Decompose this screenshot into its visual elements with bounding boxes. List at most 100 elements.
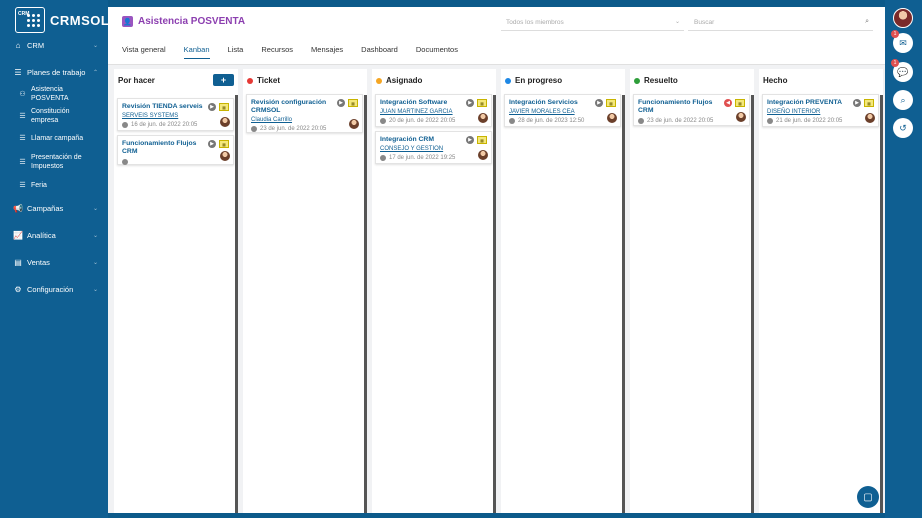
kanban-card[interactable]: Revisión TIENDA serveis SERVEIS SYSTEMS … (117, 98, 234, 131)
tab-documentos[interactable]: Documentos (416, 45, 458, 59)
kanban-card[interactable]: Integración Software JUAN MARTINEZ GARCI… (375, 94, 492, 127)
history-icon: ↺ (899, 122, 907, 133)
chat-fab-button[interactable]: ▢ (857, 486, 879, 508)
card-title: Funcionamiento Flujos CRM (638, 99, 713, 114)
sidebar-item-campanas[interactable]: 📢 Campañas ⌄ (0, 201, 108, 215)
tag-icon[interactable]: ▦ (864, 99, 874, 107)
tag-icon[interactable]: ▦ (477, 99, 487, 107)
kanban-card[interactable]: Integración PREVENTA DISEÑO INTERIOR 21 … (762, 94, 879, 127)
tab-dashboard[interactable]: Dashboard (361, 45, 398, 59)
column-scrollbar[interactable] (622, 95, 625, 513)
card-date-text: 16 de jun. de 2022 20:05 (131, 122, 198, 128)
move-arrow-icon[interactable]: ▶ (208, 140, 216, 148)
members-select-placeholder: Todos los miembros (506, 19, 564, 26)
list-icon: ☰ (19, 135, 26, 142)
column-scrollbar[interactable] (880, 95, 883, 513)
tag-icon[interactable]: ▦ (606, 99, 616, 107)
members-select[interactable]: Todos los miembros ⌄ (501, 15, 684, 31)
tag-icon[interactable]: ▦ (735, 99, 745, 107)
status-dot-blue (505, 77, 511, 84)
list-icon: ☰ (19, 112, 26, 120)
tag-icon[interactable]: ▦ (477, 136, 487, 144)
card-client-link[interactable]: JAVIER MORALES CEA (509, 109, 616, 115)
kanban-card[interactable]: Integración CRM CONSEJO Y GESTION 17 de … (375, 131, 492, 164)
column-scrollbar[interactable] (493, 95, 496, 513)
clock-icon (122, 159, 128, 165)
gear-icon: ⚙ (14, 284, 22, 294)
move-arrow-icon[interactable]: ▶ (595, 99, 603, 107)
tag-icon[interactable]: ▦ (348, 99, 358, 107)
tab-kanban[interactable]: Kanban (183, 45, 210, 59)
sidebar-subitem-constitucion-empresa[interactable]: ☰ Constitución empresa (0, 107, 108, 125)
sidebar-item-label: Configuración (27, 284, 74, 294)
document-icon: ▤ (14, 257, 22, 267)
sidebar-item-label: Campañas (27, 203, 64, 213)
card-client-link[interactable]: JUAN MARTINEZ GARCIA (380, 109, 487, 115)
megaphone-icon: 📢 (13, 203, 23, 213)
column-header: Hecho (763, 76, 787, 85)
sidebar-item-ventas[interactable]: ▤ Ventas ⌄ (0, 255, 108, 269)
card-title: Integración CRM (380, 136, 435, 143)
card-client-link[interactable]: DISEÑO INTERIOR (767, 109, 874, 115)
column-header: Ticket (247, 76, 280, 85)
avatar (736, 112, 746, 122)
page-header: 👤 Asistencia POSVENTA Todos los miembros… (108, 7, 885, 65)
history-button[interactable]: ↺ (893, 118, 913, 138)
tab-recursos[interactable]: Recursos (261, 45, 293, 59)
tab-vista-general[interactable]: Vista general (122, 45, 166, 59)
chevron-down-icon: ⌄ (92, 42, 98, 49)
tag-icon[interactable]: ▦ (219, 103, 229, 111)
kanban-card[interactable]: Integración Servicios JAVIER MORALES CEA… (504, 94, 621, 127)
card-client-link[interactable]: SERVEIS SYSTEMS (122, 113, 229, 119)
sidebar-subitem-presentacion-impuestos[interactable]: ☰ Presentación de Impuestos (0, 153, 108, 171)
card-date-text: 21 de jun. de 2022 20:05 (776, 118, 843, 124)
search-button[interactable]: ⌕ (893, 90, 913, 110)
card-actions: ▶ ▦ (208, 103, 229, 111)
sidebar-item-configuracion[interactable]: ⚙ Configuración ⌄ (0, 282, 108, 296)
column-scrollbar[interactable] (235, 95, 238, 513)
kanban-card[interactable]: Funcionamiento Flujos CRM ▶ ▦ (117, 135, 234, 165)
column-scrollbar[interactable] (751, 95, 754, 513)
move-back-arrow-icon[interactable]: ◀ (724, 99, 732, 107)
chat-button[interactable]: 💬 1 (891, 59, 913, 82)
sidebar-item-planes-de-trabajo[interactable]: ☰ Planes de trabajo ⌃ (0, 65, 108, 79)
sidebar-item-analitica[interactable]: 📈 Analítica ⌄ (0, 228, 108, 242)
chat-icon: 💬 (897, 66, 909, 77)
main-panel: 👤 Asistencia POSVENTA Todos los miembros… (108, 7, 885, 513)
add-card-button[interactable]: + (213, 74, 234, 86)
card-client-link[interactable]: Claudia Carrillo (251, 117, 358, 123)
kanban-card[interactable]: Revisión configuración CRMSOL Claudia Ca… (246, 94, 363, 133)
move-arrow-icon[interactable]: ▶ (853, 99, 861, 107)
move-arrow-icon[interactable]: ▶ (466, 99, 474, 107)
sidebar-subitem-llamar-campana[interactable]: ☰ Llamar campaña (0, 134, 108, 143)
tag-icon[interactable]: ▦ (219, 140, 229, 148)
column-title: Hecho (763, 76, 788, 85)
tab-lista[interactable]: Lista (228, 45, 244, 59)
sidebar-subitem-feria[interactable]: ☰ Feria (0, 181, 108, 190)
kanban-card[interactable]: Funcionamiento Flujos CRM 23 de jun. de … (633, 94, 750, 126)
avatar (865, 113, 875, 123)
kanban-column-en-progreso: En progreso Integración Servicios JAVIER… (501, 69, 625, 513)
sidebar-subitem-label: Presentación de Impuestos (31, 154, 82, 170)
app-logo[interactable]: CRM CRMSOL (15, 7, 109, 33)
move-arrow-icon[interactable]: ▶ (208, 103, 216, 111)
card-title: Integración PREVENTA (767, 99, 843, 106)
move-arrow-icon[interactable]: ▶ (337, 99, 345, 107)
move-arrow-icon[interactable]: ▶ (466, 136, 474, 144)
page-title-text: Asistencia POSVENTA (138, 16, 246, 27)
search-input[interactable]: Buscar ⌕ (688, 15, 873, 31)
card-client-link[interactable]: CONSEJO Y GESTION (380, 146, 487, 152)
mail-button[interactable]: ✉ 1 (891, 30, 913, 53)
sidebar-subitem-asistencia-posventa[interactable]: ⚇ Asistencia POSVENTA (0, 85, 108, 103)
card-title: Integración Servicios (509, 99, 578, 106)
card-date: 23 de jun. de 2022 20:05 (638, 118, 745, 124)
user-avatar[interactable] (893, 8, 913, 28)
chat-bubble-icon: ▢ (863, 491, 873, 503)
sidebar-subitem-label: Constitución empresa (31, 108, 70, 124)
column-scrollbar[interactable] (364, 95, 367, 513)
sidebar-item-crm[interactable]: ⌂ CRM ⌄ (0, 38, 108, 52)
mail-icon: ✉ (899, 37, 907, 48)
card-date: 16 de jun. de 2022 20:05 (122, 122, 229, 128)
sidebar-item-label: CRM (27, 40, 45, 50)
tab-mensajes[interactable]: Mensajes (311, 45, 343, 59)
